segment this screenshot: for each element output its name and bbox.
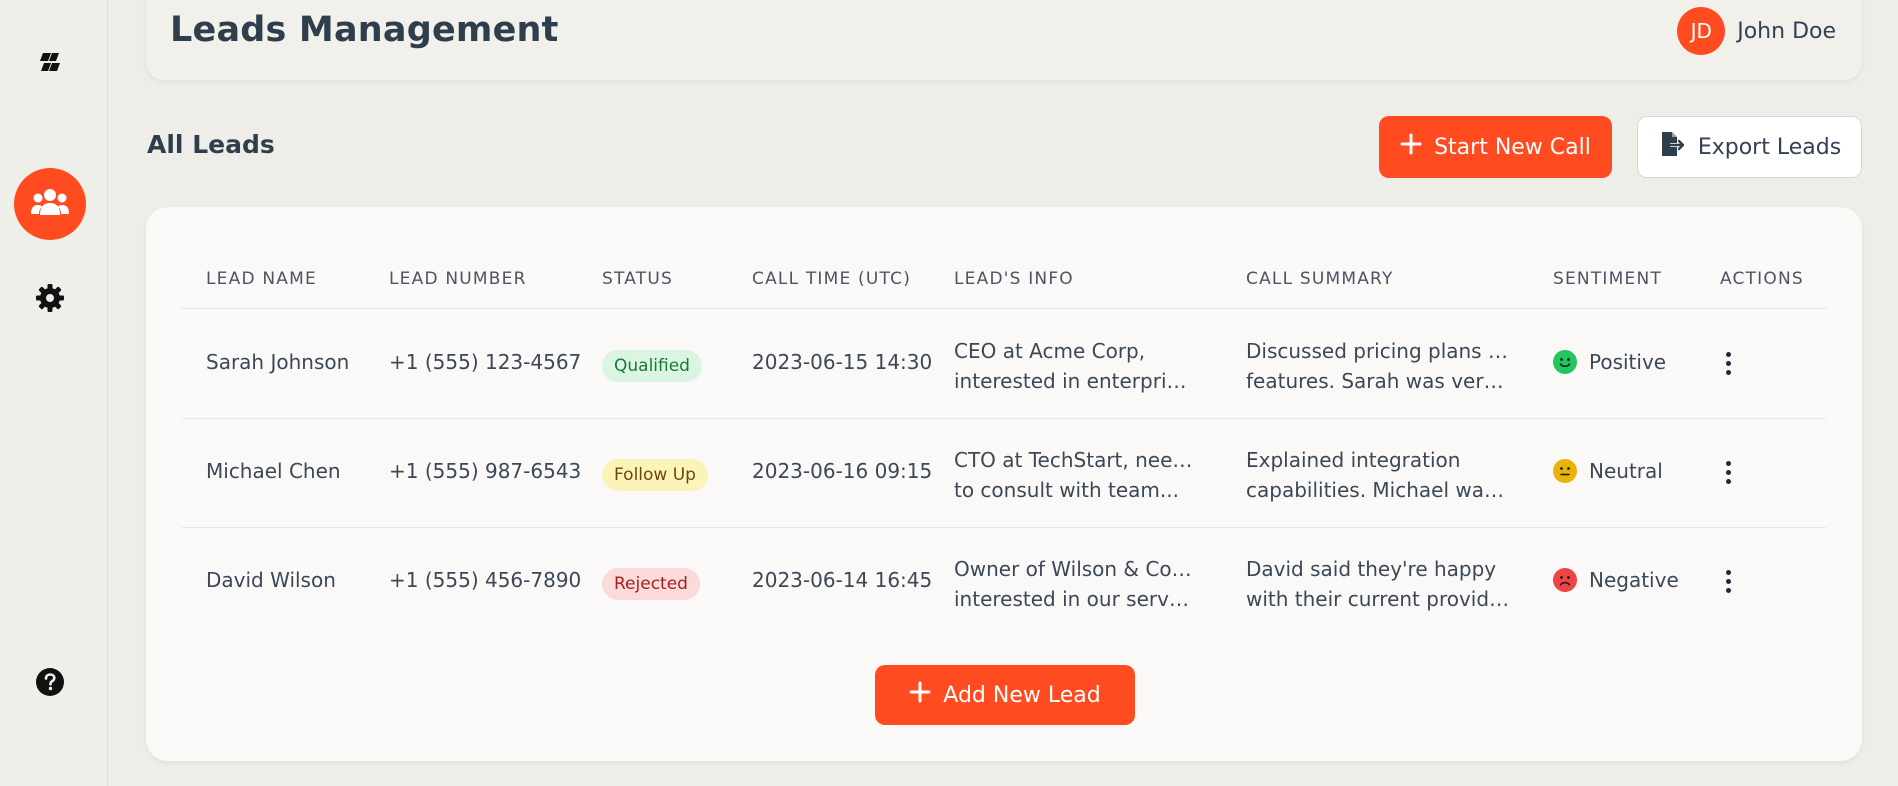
status-badge: Qualified	[602, 350, 702, 382]
lead-name: David Wilson	[206, 568, 336, 592]
column-header: SENTIMENT	[1553, 269, 1662, 289]
lead-info: CEO at Acme Corp, interested in enterpri…	[954, 336, 1194, 396]
dot	[1725, 369, 1731, 375]
call-summary: David said they're happy with their curr…	[1246, 554, 1511, 614]
call-summary-line: Discussed pricing plans and	[1246, 339, 1511, 363]
call-summary-line: with their current provider...	[1246, 587, 1511, 611]
dot	[1725, 460, 1731, 466]
neutral-face-icon	[1553, 459, 1577, 483]
column-header: ACTIONS	[1720, 269, 1804, 289]
lead-name: Michael Chen	[206, 459, 341, 483]
smile-icon	[1553, 350, 1577, 374]
file-export-icon	[1658, 130, 1686, 164]
lead-info-line: CEO at Acme Corp,	[954, 339, 1146, 363]
section-title: All Leads	[147, 130, 275, 159]
table-row[interactable]: Sarah Johnson +1 (555) 123-4567 Qualifie…	[182, 310, 1826, 419]
lead-info: Owner of Wilson & Co, not interested in …	[954, 554, 1194, 614]
start-new-call-button[interactable]: Start New Call	[1379, 116, 1612, 178]
leads-table: LEAD NAME LEAD NUMBER STATUS CALL TIME (…	[146, 207, 1862, 761]
sentiment-label: Neutral	[1589, 459, 1663, 483]
call-summary-line: capabilities. Michael wants...	[1246, 478, 1511, 502]
sidebar-item-leads[interactable]	[14, 168, 86, 240]
call-time: 2023-06-14 16:45	[752, 568, 933, 592]
call-summary: Discussed pricing plans and features. Sa…	[1246, 336, 1511, 396]
call-summary-line: David said they're happy	[1246, 557, 1497, 581]
dot	[1725, 569, 1731, 575]
table-header: LEAD NAME LEAD NUMBER STATUS CALL TIME (…	[182, 259, 1826, 309]
user-name: John Doe	[1737, 18, 1836, 44]
call-summary: Explained integration capabilities. Mich…	[1246, 445, 1511, 505]
lead-info-line: to consult with team...	[954, 478, 1179, 502]
status-badge: Rejected	[602, 568, 700, 600]
column-header: CALL SUMMARY	[1246, 269, 1394, 289]
dot	[1725, 478, 1731, 484]
column-header: STATUS	[602, 269, 673, 289]
call-time: 2023-06-15 14:30	[752, 350, 933, 374]
lead-info-line: interested in our service	[954, 587, 1194, 611]
lead-name: Sarah Johnson	[206, 350, 350, 374]
frown-icon	[1553, 568, 1577, 592]
plus-icon	[909, 681, 931, 709]
column-header: LEAD'S INFO	[954, 269, 1074, 289]
logo-icon[interactable]	[14, 26, 86, 98]
column-header: CALL TIME (UTC)	[752, 269, 912, 289]
status-badge: Follow Up	[602, 459, 708, 491]
avatar: JD	[1677, 7, 1726, 55]
lead-number: +1 (555) 987-6543	[389, 459, 582, 483]
gear-icon	[35, 283, 65, 317]
lead-info-line: CTO at TechStart, needs	[954, 448, 1194, 472]
row-actions-button[interactable]	[1718, 564, 1738, 598]
page-header: Leads Management JD John Doe	[146, 0, 1862, 80]
sentiment: Neutral	[1553, 459, 1663, 483]
dot	[1725, 469, 1731, 475]
export-leads-label: Export Leads	[1697, 134, 1842, 160]
table-row[interactable]: Michael Chen +1 (555) 987-6543 Follow Up…	[182, 419, 1826, 528]
row-actions-button[interactable]	[1718, 455, 1738, 489]
dot	[1725, 351, 1731, 357]
lead-info-line: Owner of Wilson & Co, not	[954, 557, 1194, 581]
sidebar-item-help[interactable]	[14, 648, 86, 720]
call-summary-line: features. Sarah was very...	[1246, 369, 1511, 393]
sidebar-item-settings[interactable]	[14, 264, 86, 336]
sidebar	[0, 0, 108, 786]
table-row[interactable]: David Wilson +1 (555) 456-7890 Rejected …	[182, 528, 1826, 637]
call-time: 2023-06-16 09:15	[752, 459, 933, 483]
users-icon	[30, 187, 70, 221]
dot	[1725, 578, 1731, 584]
lead-number: +1 (555) 456-7890	[389, 568, 582, 592]
export-leads-button[interactable]: Export Leads	[1637, 116, 1862, 178]
sentiment: Positive	[1553, 350, 1666, 374]
dot	[1725, 360, 1731, 366]
sentiment: Negative	[1553, 568, 1679, 592]
sentiment-label: Negative	[1589, 568, 1679, 592]
user-menu[interactable]: JD John Doe	[1677, 7, 1836, 55]
add-new-lead-label: Add New Lead	[943, 682, 1101, 708]
lead-number: +1 (555) 123-4567	[389, 350, 582, 374]
dot	[1725, 587, 1731, 593]
help-icon	[35, 667, 65, 701]
start-new-call-label: Start New Call	[1434, 134, 1591, 160]
page-title: Leads Management	[170, 10, 559, 50]
sentiment-label: Positive	[1589, 350, 1667, 374]
plus-icon	[1400, 133, 1422, 161]
lead-info: CTO at TechStart, needs to consult with …	[954, 445, 1194, 505]
column-header: LEAD NAME	[206, 269, 317, 289]
lead-info-line: interested in enterprise...	[954, 369, 1194, 393]
add-new-lead-button[interactable]: Add New Lead	[875, 665, 1135, 725]
column-header: LEAD NUMBER	[389, 269, 527, 289]
row-actions-button[interactable]	[1718, 346, 1738, 380]
call-summary-line: Explained integration	[1246, 448, 1461, 472]
